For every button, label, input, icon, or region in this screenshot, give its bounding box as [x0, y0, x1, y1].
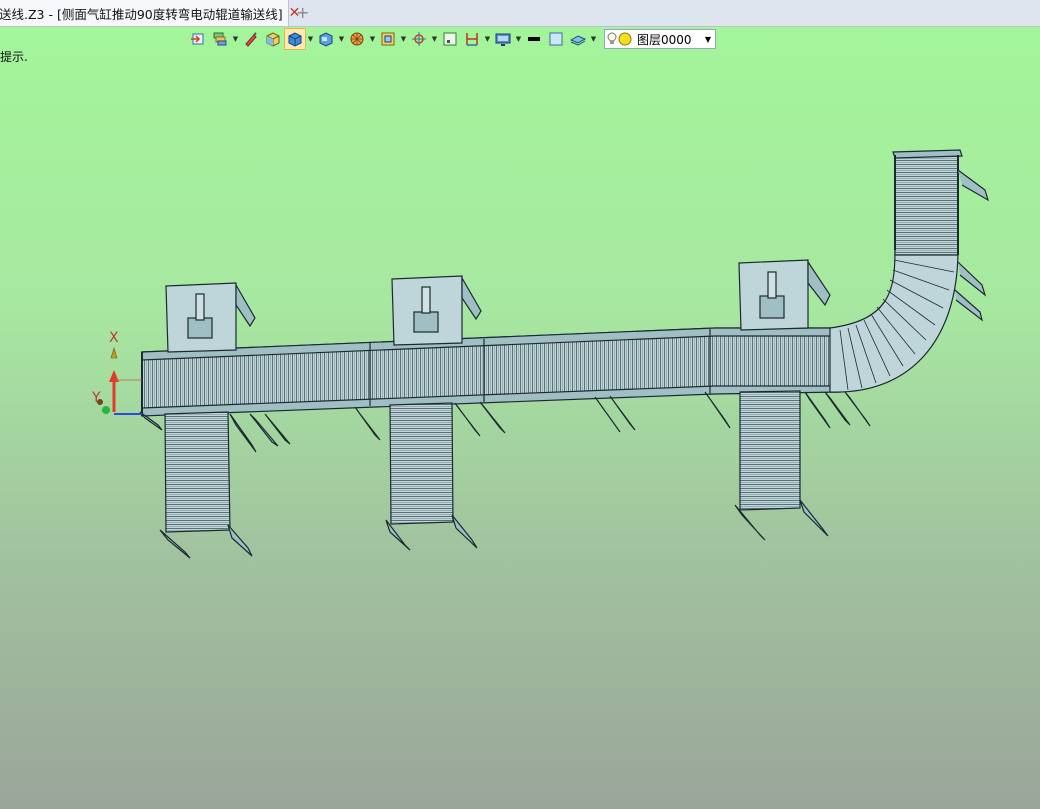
- curve-conveyor: [829, 149, 990, 393]
- main-conveyor: [141, 327, 841, 417]
- y-axis-label: Y: [91, 390, 101, 406]
- document-tab[interactable]: 送线.Z3 - [侧面气缸推动90度转弯电动辊道输送线] ✕: [0, 0, 300, 26]
- axis-triad: X Y: [91, 330, 142, 415]
- conveyor-model[interactable]: X Y: [0, 27, 1040, 809]
- new-tab-button[interactable]: +: [296, 3, 309, 22]
- tab-title: 送线.Z3 - [侧面气缸推动90度转弯电动辊道输送线]: [0, 6, 283, 22]
- 3d-viewport[interactable]: ▼ ▼ ▼ ▼ ▼ ▼ ▼ ▼ ▼ 图层0000 ▼ 提示. X Y: [0, 27, 1040, 809]
- branch-conveyors: [159, 390, 829, 559]
- tab-bar: 送线.Z3 - [侧面气缸推动90度转弯电动辊道输送线] ✕ +: [0, 0, 1040, 27]
- x-axis-label: X: [109, 330, 119, 346]
